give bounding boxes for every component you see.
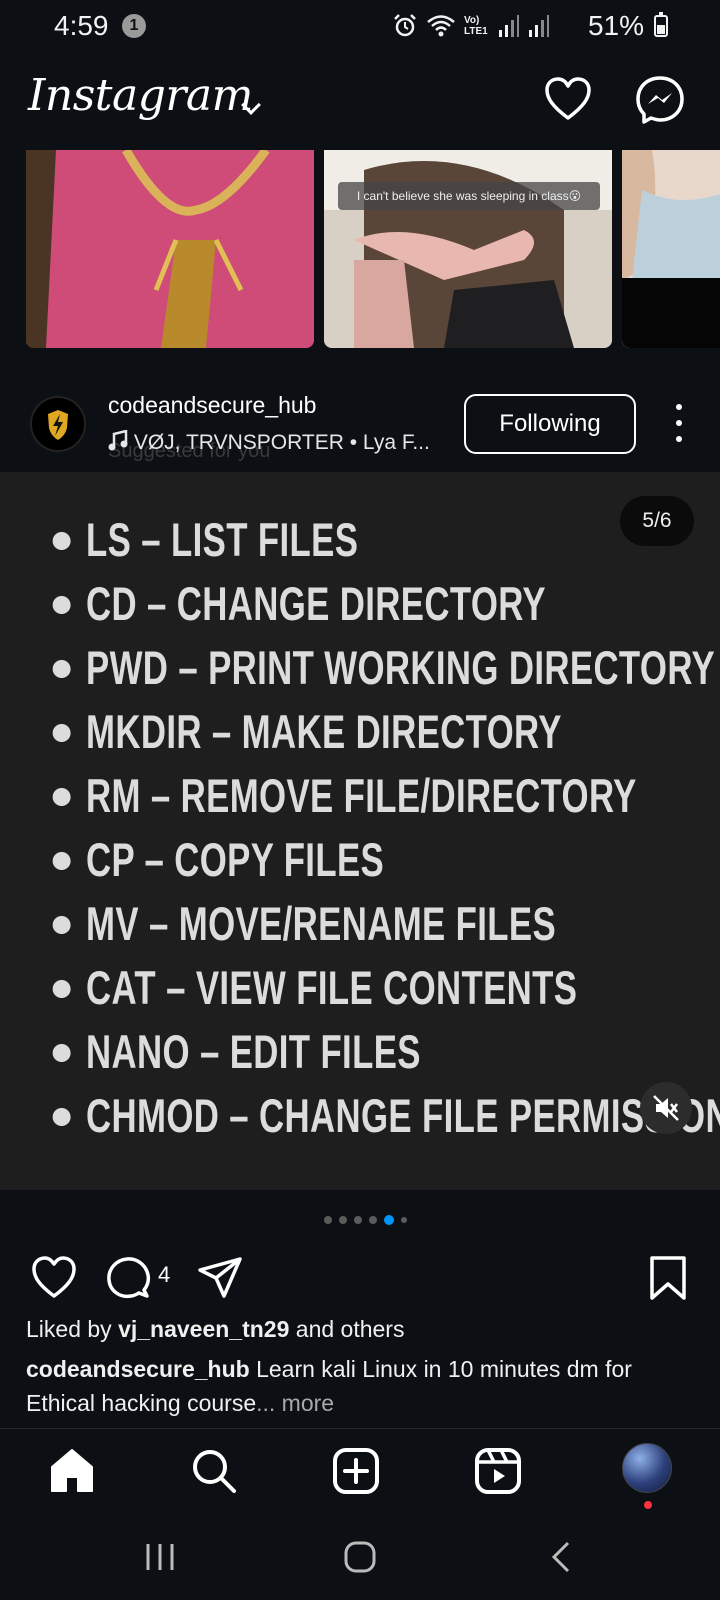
reel-caption: I can't believe she was sleeping in clas…: [338, 182, 600, 210]
command-list: LS – LIST FILES CD – CHANGE DIRECTORY PW…: [52, 508, 720, 1148]
network-label: Vo) LTE1: [464, 15, 488, 37]
likes-user[interactable]: vj_naveen_tn29: [118, 1316, 289, 1342]
post-caption: codeandsecure_hub Learn kali Linux in 10…: [26, 1352, 706, 1420]
bullet: [52, 980, 71, 998]
comment-count: 4: [158, 1262, 171, 1287]
bullet: [52, 852, 71, 870]
notification-count-badge: 1: [122, 14, 146, 38]
post-actions: 4: [0, 1246, 720, 1306]
list-item: RM – REMOVE FILE/DIRECTORY: [52, 764, 720, 828]
following-button[interactable]: Following: [464, 394, 636, 454]
more-options-icon[interactable]: [664, 400, 694, 448]
bookmark-icon[interactable]: [644, 1254, 692, 1302]
heart-icon[interactable]: [542, 74, 594, 126]
caption-more-link[interactable]: ... more: [256, 1390, 334, 1416]
home-button-icon[interactable]: [340, 1540, 380, 1574]
messenger-icon[interactable]: [634, 74, 686, 126]
muted-speaker-icon: [653, 1095, 679, 1121]
bullet: [52, 724, 71, 742]
list-item: CHMOD – CHANGE FILE PERMISSIONS: [52, 1084, 720, 1148]
bullet: [52, 532, 71, 550]
reels-icon[interactable]: [472, 1445, 524, 1497]
avatar[interactable]: [30, 396, 86, 452]
thumbnail-image: [324, 150, 612, 348]
carousel-dot: [400, 1217, 407, 1223]
list-item: CD – CHANGE DIRECTORY: [52, 572, 720, 636]
likes-summary[interactable]: Liked by vj_naveen_tn29 and others: [26, 1316, 404, 1343]
bullet: [52, 916, 71, 934]
list-item: MKDIR – MAKE DIRECTORY: [52, 700, 720, 764]
status-time: 4:59: [54, 10, 109, 41]
carousel-dots: [0, 1212, 720, 1228]
carousel-dot: [323, 1216, 332, 1224]
like-heart-icon[interactable]: [30, 1254, 78, 1302]
status-bar: 4:59 1 Vo) LTE1 51%: [0, 0, 720, 52]
post-username[interactable]: codeandsecure_hub: [108, 392, 316, 419]
carousel-dot: [338, 1216, 347, 1224]
carousel-dot: [368, 1216, 377, 1224]
app-header: Instagram: [0, 56, 720, 150]
bottom-nav: [0, 1428, 720, 1512]
thumbnail-image: [622, 150, 720, 348]
bullet: [52, 1108, 71, 1126]
carousel-slide[interactable]: LS – LIST FILES CD – CHANGE DIRECTORY PW…: [0, 472, 720, 1190]
list-item: CP – COPY FILES: [52, 828, 720, 892]
thumbnail-image: [26, 150, 314, 348]
bullet: [52, 596, 71, 614]
reel-thumbnail[interactable]: [622, 150, 720, 348]
list-item: MV – MOVE/RENAME FILES: [52, 892, 720, 956]
bullet: [52, 660, 71, 678]
comment-icon[interactable]: [104, 1254, 152, 1302]
reel-thumbnail[interactable]: [26, 150, 314, 348]
list-item: CAT – VIEW FILE CONTENTS: [52, 956, 720, 1020]
post-header: codeandsecure_hub Suggested for you VØJ,…: [0, 378, 720, 470]
create-post-icon[interactable]: [330, 1445, 382, 1497]
system-nav-bar: [0, 1512, 720, 1600]
share-send-icon[interactable]: [196, 1254, 244, 1302]
bullet: [52, 1044, 71, 1062]
caption-username[interactable]: codeandsecure_hub: [26, 1356, 250, 1382]
wifi-icon: [427, 15, 455, 37]
mute-button[interactable]: [640, 1082, 692, 1134]
status-icons: Vo) LTE1: [392, 12, 550, 40]
suggested-reels-strip: I can't believe she was sleeping in clas…: [0, 150, 720, 350]
alarm-icon: [394, 14, 416, 37]
carousel-dot: [353, 1216, 362, 1224]
profile-avatar[interactable]: [622, 1443, 672, 1493]
carousel-dot-active: [383, 1215, 394, 1225]
reel-thumbnail[interactable]: I can't believe she was sleeping in clas…: [324, 150, 612, 348]
signal-icon: [529, 15, 549, 37]
search-icon[interactable]: [188, 1445, 240, 1497]
battery-icon: [654, 12, 668, 37]
audio-label: VØJ, TRVNSPORTER • Lya F...: [133, 431, 430, 454]
music-note-icon: [108, 429, 128, 451]
signal-icon: [499, 15, 519, 37]
instagram-logo[interactable]: Instagram: [28, 70, 253, 121]
list-item: PWD – PRINT WORKING DIRECTORY: [52, 636, 720, 700]
battery-percent: 51%: [587, 10, 644, 41]
post-audio[interactable]: VØJ, TRVNSPORTER • Lya F...: [108, 429, 430, 455]
bullet: [52, 788, 71, 806]
page-counter: 5/6: [620, 496, 694, 546]
home-icon[interactable]: [46, 1445, 98, 1497]
recent-apps-icon[interactable]: [140, 1540, 180, 1574]
notification-dot: [644, 1501, 652, 1509]
list-item: NANO – EDIT FILES: [52, 1020, 720, 1084]
lightning-shield-icon: [48, 410, 68, 440]
back-icon[interactable]: [542, 1540, 582, 1574]
